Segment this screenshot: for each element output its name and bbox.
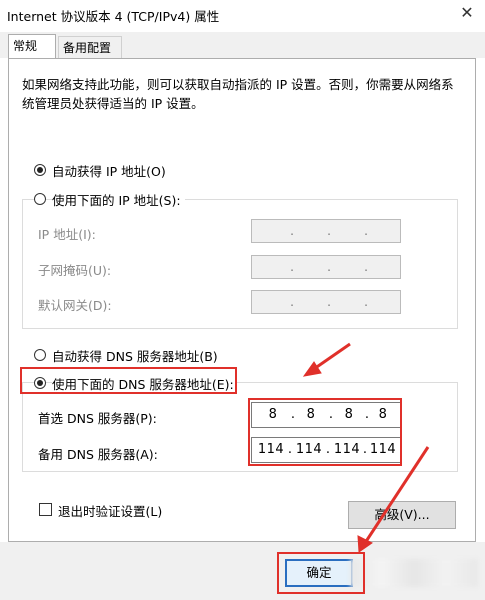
annotation-arrows [302,342,430,553]
arrow-to-ok-button [363,446,430,544]
arrow-head-ok-button [357,535,373,553]
